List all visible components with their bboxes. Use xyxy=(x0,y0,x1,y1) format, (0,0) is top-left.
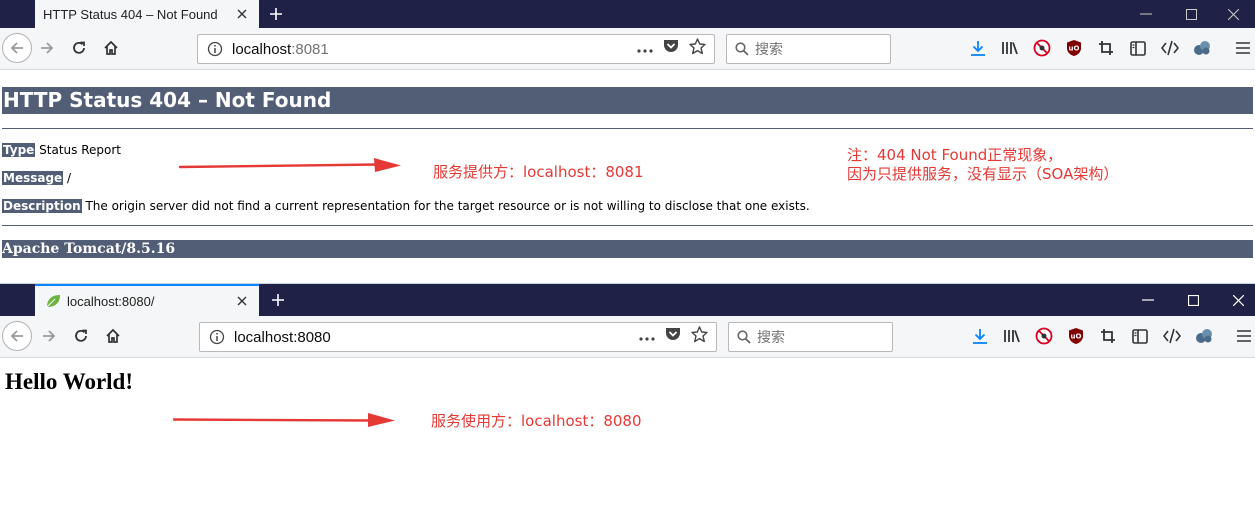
message-row: Message / xyxy=(2,170,71,186)
more-icon[interactable] xyxy=(637,40,653,58)
star-icon[interactable] xyxy=(691,326,708,348)
tab-title: localhost:8080/ xyxy=(67,293,155,309)
message-label: Message xyxy=(2,171,64,185)
note-annotation-line2: 因为只提供服务，没有显示（SOA架构） xyxy=(847,165,1119,183)
plus-icon[interactable] xyxy=(264,0,288,28)
divider xyxy=(2,128,1253,129)
devtools-icon[interactable] xyxy=(1161,325,1183,347)
url-text[interactable]: localhost:8080 xyxy=(234,329,639,346)
tab-active[interactable]: HTTP Status 404 – Not Found xyxy=(35,0,259,28)
library-icon[interactable] xyxy=(999,37,1021,59)
forward-icon[interactable] xyxy=(34,321,64,351)
message-value: / xyxy=(67,171,72,185)
more-icon[interactable] xyxy=(639,328,655,346)
close-icon[interactable] xyxy=(231,290,253,312)
nav-toolbar: localhost:8080 搜索 uO xyxy=(0,316,1255,358)
page-heading: Hello World! xyxy=(5,369,133,394)
svg-text:uO: uO xyxy=(1069,45,1080,53)
page-title: HTTP Status 404 – Not Found xyxy=(2,87,1253,114)
maximize-icon[interactable] xyxy=(1170,284,1216,316)
note-annotation-line1: 注：404 Not Found正常现象， xyxy=(847,146,1063,164)
search-icon xyxy=(735,42,749,56)
menu-icon[interactable] xyxy=(1233,325,1255,347)
svg-text:uO: uO xyxy=(1071,333,1082,341)
ublock-icon[interactable]: uO xyxy=(1063,37,1085,59)
nav-toolbar: localhost:8081 搜索 uO xyxy=(0,28,1255,70)
url-bar[interactable]: localhost:8080 xyxy=(199,322,717,352)
pocket-icon[interactable] xyxy=(665,327,681,347)
hello-world-page: Hello World! 服务使用方：localhost：8080 xyxy=(0,358,1255,505)
tomcat-error-page: HTTP Status 404 – Not Found Type Status … xyxy=(0,71,1255,283)
crop-icon[interactable] xyxy=(1097,325,1119,347)
close-icon[interactable] xyxy=(1215,284,1255,316)
forward-icon[interactable] xyxy=(32,33,62,63)
browser-window-tomcat-404: HTTP Status 404 – Not Found localhost:80… xyxy=(0,0,1255,283)
consumer-annotation: 服务使用方：localhost：8080 xyxy=(431,412,642,430)
home-icon[interactable] xyxy=(98,321,128,351)
sidebar-icon[interactable] xyxy=(1127,37,1149,59)
download-icon[interactable] xyxy=(969,325,991,347)
plus-icon[interactable] xyxy=(266,284,290,316)
library-icon[interactable] xyxy=(1001,325,1023,347)
home-icon[interactable] xyxy=(96,33,126,63)
extension-icon[interactable] xyxy=(1191,37,1213,59)
crop-icon[interactable] xyxy=(1095,37,1117,59)
description-row: Description The origin server did not fi… xyxy=(2,198,810,214)
download-icon[interactable] xyxy=(967,37,989,59)
star-icon[interactable] xyxy=(689,38,706,60)
info-icon[interactable] xyxy=(206,326,228,348)
devtools-icon[interactable] xyxy=(1159,37,1181,59)
provider-annotation: 服务提供方：localhost：8081 xyxy=(433,163,644,181)
description-value: The origin server did not find a current… xyxy=(85,199,810,213)
extension-icon[interactable] xyxy=(1193,325,1215,347)
back-icon[interactable] xyxy=(2,321,32,351)
tracker-block-icon[interactable] xyxy=(1033,325,1055,347)
divider xyxy=(2,225,1253,226)
back-icon[interactable] xyxy=(2,33,32,63)
search-bar[interactable]: 搜索 xyxy=(726,34,891,64)
url-text[interactable]: localhost:8081 xyxy=(232,41,637,58)
maximize-icon[interactable] xyxy=(1168,0,1214,28)
tracker-block-icon[interactable] xyxy=(1031,37,1053,59)
red-arrow-annotation xyxy=(178,158,401,172)
red-arrow-annotation xyxy=(172,413,395,427)
search-bar[interactable]: 搜索 xyxy=(728,322,893,352)
url-bar[interactable]: localhost:8081 xyxy=(197,34,715,64)
server-footer: Apache Tomcat/8.5.16 xyxy=(2,240,1253,258)
menu-icon[interactable] xyxy=(1232,37,1254,59)
type-row: Type Status Report xyxy=(2,142,121,158)
tab-strip: localhost:8080/ xyxy=(0,284,1255,316)
description-label: Description xyxy=(2,199,82,213)
tab-active[interactable]: localhost:8080/ xyxy=(35,284,259,316)
ublock-icon[interactable]: uO xyxy=(1065,325,1087,347)
type-label: Type xyxy=(2,143,36,157)
tab-strip: HTTP Status 404 – Not Found xyxy=(0,0,1255,28)
search-icon xyxy=(737,330,751,344)
leaf-icon xyxy=(45,293,61,309)
close-icon[interactable] xyxy=(231,3,253,25)
tab-title: HTTP Status 404 – Not Found xyxy=(43,6,218,22)
close-icon[interactable] xyxy=(1210,0,1255,28)
search-input[interactable]: 搜索 xyxy=(757,327,785,347)
browser-window-hello-world: localhost:8080/ localhost:8080 搜索 uO Hel… xyxy=(0,284,1255,505)
pocket-icon[interactable] xyxy=(663,39,679,59)
minimize-icon[interactable] xyxy=(1123,0,1169,28)
reload-icon[interactable] xyxy=(64,33,94,63)
sidebar-icon[interactable] xyxy=(1129,325,1151,347)
minimize-icon[interactable] xyxy=(1125,284,1171,316)
type-value: Status Report xyxy=(39,143,121,157)
search-input[interactable]: 搜索 xyxy=(755,39,783,59)
reload-icon[interactable] xyxy=(66,321,96,351)
info-icon[interactable] xyxy=(204,38,226,60)
